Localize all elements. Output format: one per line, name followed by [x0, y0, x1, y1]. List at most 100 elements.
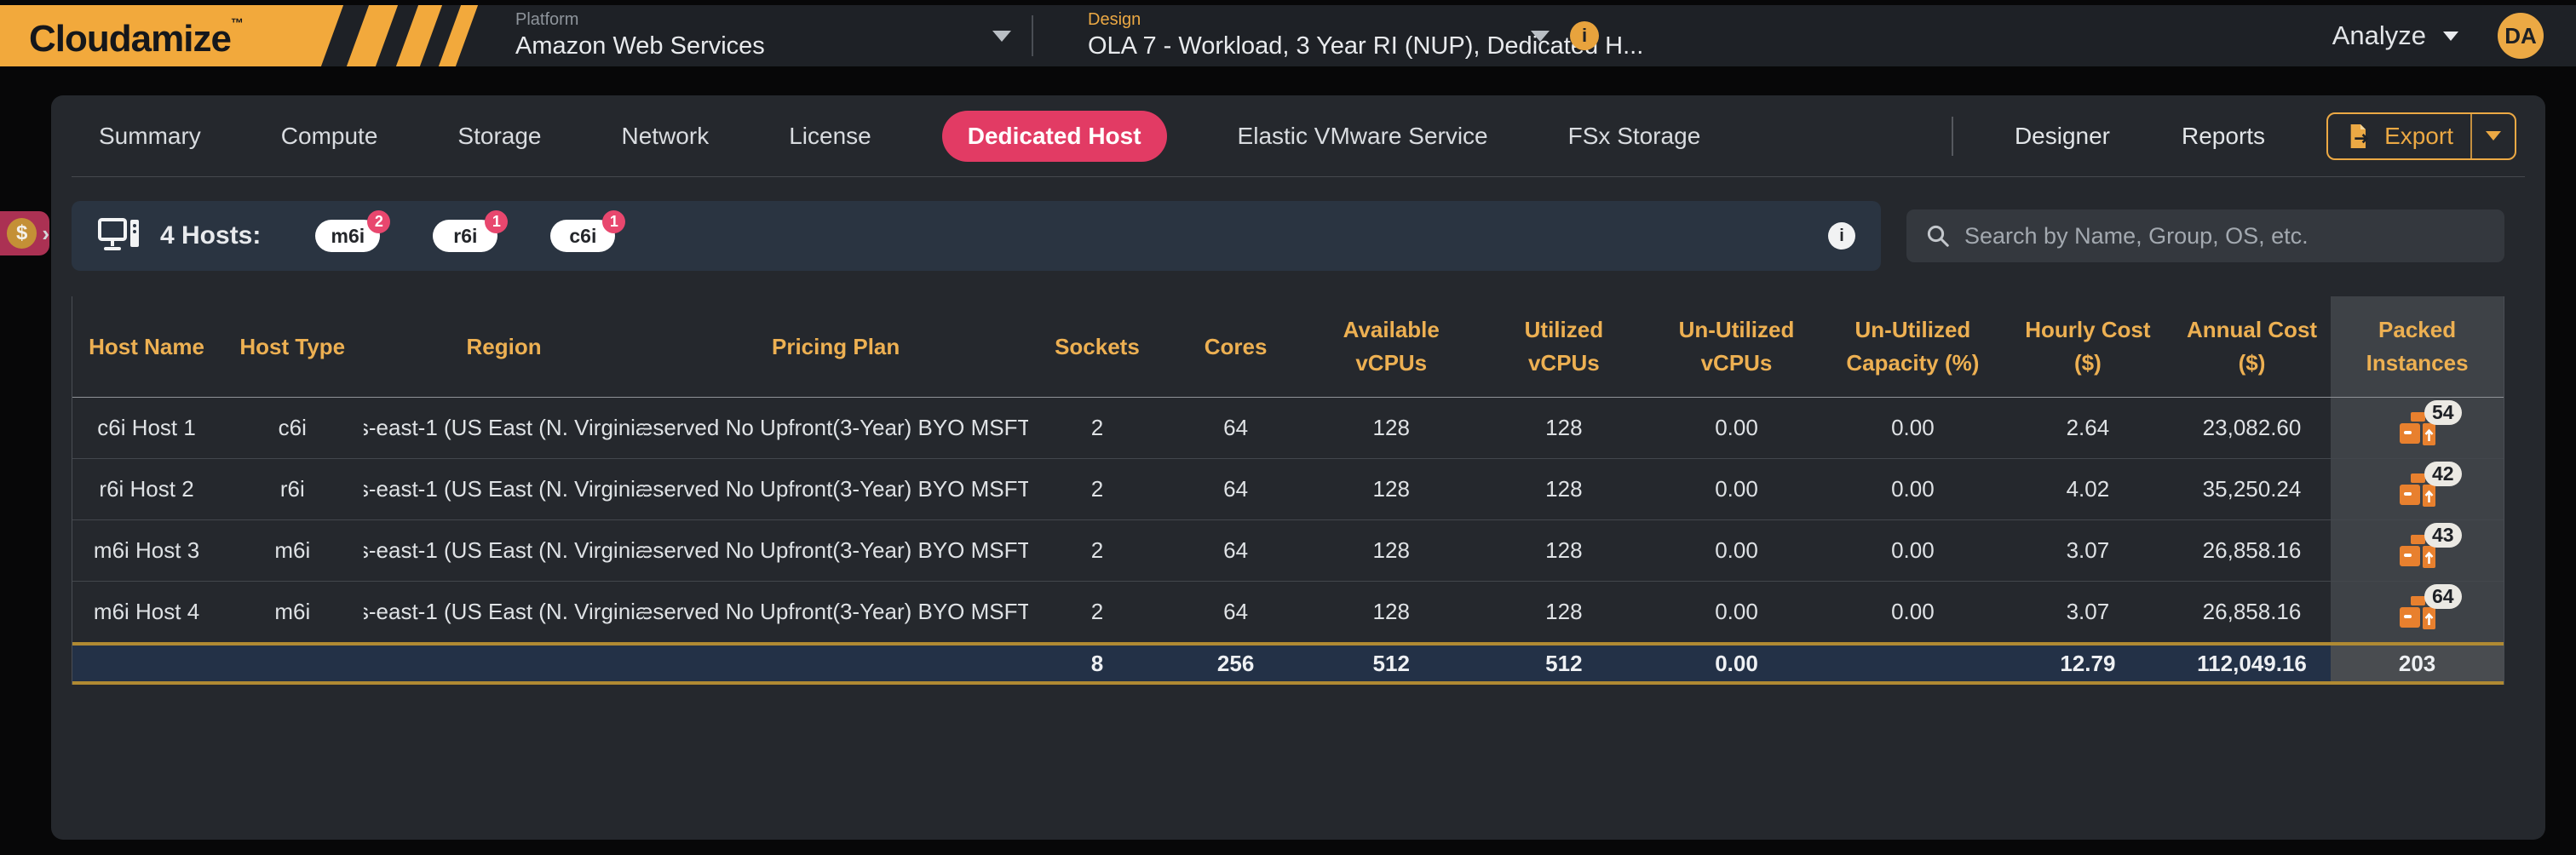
cell-hourly-cost: 4.02: [2003, 459, 2173, 519]
cloudamize-logo[interactable]: Cloudamize™: [0, 5, 481, 66]
tab-dedicated-host[interactable]: Dedicated Host: [942, 111, 1167, 162]
table-header-row: Host Name Host Type Region Pricing Plan …: [72, 296, 2504, 397]
col-header-pricing-plan[interactable]: Pricing Plan: [644, 296, 1028, 397]
export-main[interactable]: Export: [2328, 123, 2470, 150]
totals-unutilized-vcpus: 0.00: [1650, 646, 1823, 681]
cell-annual-cost: 35,250.24: [2173, 459, 2332, 519]
logo-stripe: [439, 5, 478, 66]
cell-host-type: m6i: [221, 582, 364, 642]
cell-pricing-plan: Reserved No Upfront(3-Year) BYO MSFT...: [644, 520, 1028, 581]
table-row[interactable]: m6i Host 4 m6i us-east-1 (US East (N. Vi…: [72, 581, 2504, 642]
cell-unutilized-capacity: 0.00: [1823, 459, 2003, 519]
cost-panel-toggle[interactable]: $ ›: [0, 211, 49, 255]
cell-cores: 64: [1166, 459, 1305, 519]
designer-link[interactable]: Designer: [2015, 123, 2110, 150]
platform-caret-icon[interactable]: [992, 31, 1011, 42]
table-row[interactable]: r6i Host 2 r6i us-east-1 (US East (N. Vi…: [72, 458, 2504, 519]
search-icon: [1925, 223, 1951, 249]
packed-count-badge: 64: [2424, 584, 2462, 609]
cell-hourly-cost: 3.07: [2003, 520, 2173, 581]
tab-elastic-vmware-service[interactable]: Elastic VMware Service: [1238, 123, 1488, 150]
chip-label: m6i: [331, 225, 365, 248]
platform-selector[interactable]: Platform Amazon Web Services: [515, 9, 992, 61]
chip-count-badge: 2: [367, 210, 390, 233]
design-caret-icon[interactable]: [1531, 31, 1550, 42]
col-header-host-name[interactable]: Host Name: [72, 296, 221, 397]
col-header-sockets[interactable]: Sockets: [1028, 296, 1167, 397]
totals-cores: 256: [1166, 646, 1305, 681]
cell-pricing-plan: Reserved No Upfront(3-Year) BYO MSFT...: [644, 398, 1028, 458]
cell-cores: 64: [1166, 398, 1305, 458]
col-header-region[interactable]: Region: [364, 296, 643, 397]
col-header-cores[interactable]: Cores: [1166, 296, 1305, 397]
app-header: Cloudamize™ Platform Amazon Web Services…: [0, 5, 2576, 66]
tab-fsx-storage[interactable]: FSx Storage: [1568, 123, 1701, 150]
reports-link[interactable]: Reports: [2182, 123, 2265, 150]
tab-summary[interactable]: Summary: [99, 123, 201, 150]
cell-annual-cost: 26,858.16: [2173, 520, 2332, 581]
cell-packed-instances[interactable]: 64: [2331, 582, 2504, 642]
export-icon: [2345, 123, 2372, 150]
cell-packed-instances[interactable]: 42: [2331, 459, 2504, 519]
analyze-label: Analyze: [2332, 20, 2426, 51]
host-type-chip-m6i[interactable]: m6i 2: [315, 220, 380, 252]
totals-empty: [221, 646, 364, 681]
col-header-hourly-cost[interactable]: Hourly Cost ($): [2003, 296, 2173, 397]
tab-compute[interactable]: Compute: [281, 123, 378, 150]
export-dropdown[interactable]: [2472, 131, 2515, 141]
cell-utilized-vcpus: 128: [1478, 582, 1651, 642]
cell-available-vcpus: 128: [1305, 459, 1478, 519]
search-input[interactable]: [1964, 223, 2486, 250]
cell-unutilized-capacity: 0.00: [1823, 520, 2003, 581]
cell-host-type: r6i: [221, 459, 364, 519]
cell-utilized-vcpus: 128: [1478, 459, 1651, 519]
cell-unutilized-capacity: 0.00: [1823, 582, 2003, 642]
chip-count-badge: 1: [602, 210, 625, 233]
cell-packed-instances[interactable]: 54: [2331, 398, 2504, 458]
totals-unutilized-capacity: [1823, 646, 2003, 681]
col-header-unutilized-vcpus[interactable]: Un-Utilized vCPUs: [1650, 296, 1823, 397]
design-value: OLA 7 - Workload, 3 Year RI (NUP), Dedic…: [1088, 31, 1531, 61]
tab-bar-divider: [1952, 117, 1953, 156]
cell-available-vcpus: 128: [1305, 398, 1478, 458]
col-header-available-vcpus[interactable]: Available vCPUs: [1305, 296, 1478, 397]
tab-license[interactable]: License: [789, 123, 871, 150]
cell-sockets: 2: [1028, 520, 1167, 581]
design-label: Design: [1088, 9, 1531, 31]
packed-count-badge: 43: [2424, 523, 2462, 548]
user-avatar[interactable]: DA: [2498, 13, 2544, 59]
platform-label: Platform: [515, 9, 992, 31]
design-selector[interactable]: Design OLA 7 - Workload, 3 Year RI (NUP)…: [1088, 9, 1531, 61]
design-info-icon[interactable]: i: [1570, 21, 1599, 50]
hosts-info-icon[interactable]: i: [1828, 222, 1855, 250]
dollar-icon: $: [7, 218, 37, 249]
cell-unutilized-vcpus: 0.00: [1650, 398, 1823, 458]
cell-utilized-vcpus: 128: [1478, 520, 1651, 581]
tab-storage[interactable]: Storage: [457, 123, 541, 150]
table-row[interactable]: c6i Host 1 c6i us-east-1 (US East (N. Vi…: [72, 397, 2504, 458]
col-header-unutilized-capacity[interactable]: Un-Utilized Capacity (%): [1823, 296, 2003, 397]
export-button[interactable]: Export: [2326, 112, 2516, 160]
col-header-host-type[interactable]: Host Type: [221, 296, 364, 397]
host-type-chip-r6i[interactable]: r6i 1: [433, 220, 497, 252]
hosts-count-label: 4 Hosts:: [160, 221, 261, 250]
cell-host-type: m6i: [221, 520, 364, 581]
table-row[interactable]: m6i Host 3 m6i us-east-1 (US East (N. Vi…: [72, 519, 2504, 581]
col-header-utilized-vcpus[interactable]: Utilized vCPUs: [1478, 296, 1651, 397]
col-header-annual-cost[interactable]: Annual Cost ($): [2173, 296, 2332, 397]
totals-hourly-cost: 12.79: [2003, 646, 2173, 681]
search-box[interactable]: [1906, 209, 2504, 262]
host-type-chip-c6i[interactable]: c6i 1: [550, 220, 615, 252]
analyze-menu[interactable]: Analyze: [2332, 20, 2458, 51]
cell-packed-instances[interactable]: 43: [2331, 520, 2504, 581]
cell-unutilized-vcpus: 0.00: [1650, 582, 1823, 642]
export-label: Export: [2384, 123, 2453, 150]
tab-network[interactable]: Network: [622, 123, 710, 150]
toolbar-row: 4 Hosts: m6i 2 r6i 1 c6i 1 i: [72, 201, 2504, 271]
cell-region: us-east-1 (US East (N. Virginia)): [364, 582, 643, 642]
cell-unutilized-vcpus: 0.00: [1650, 459, 1823, 519]
col-header-packed-instances[interactable]: Packed Instances: [2331, 296, 2504, 397]
totals-utilized-vcpus: 512: [1478, 646, 1651, 681]
cell-available-vcpus: 128: [1305, 520, 1478, 581]
desktop-computer-icon: [97, 216, 141, 255]
